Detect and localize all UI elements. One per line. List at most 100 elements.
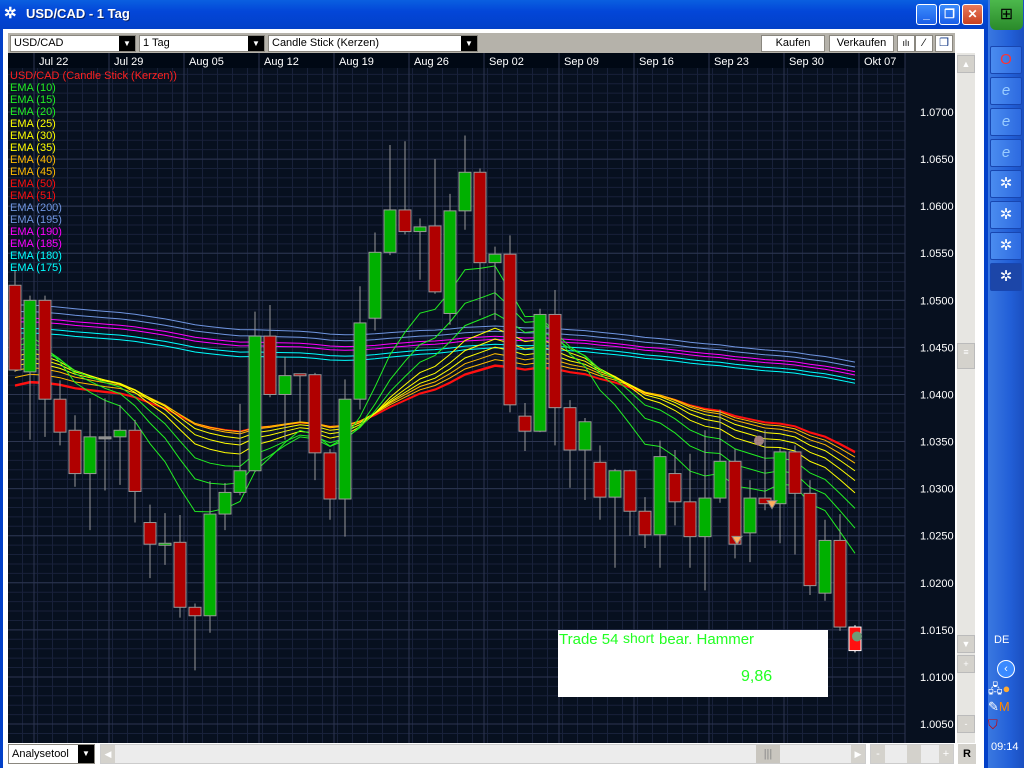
close-button[interactable]: ✕ <box>962 4 983 25</box>
taskbar-app-icon[interactable]: ✲ <box>990 232 1022 260</box>
price-tick-label: 1.0700 <box>920 107 954 119</box>
detach-window-icon[interactable]: ❐ <box>935 35 953 52</box>
candle-body <box>548 313 562 409</box>
date-tick-label: Aug 05 <box>189 56 224 68</box>
taskbar-app-icon[interactable]: ✲ <box>990 263 1022 291</box>
price-tick-label: 1.0650 <box>920 154 954 166</box>
price-tick-label: 1.0400 <box>920 389 954 401</box>
candle-body <box>428 225 442 293</box>
scroll-left-button[interactable]: ◀ <box>101 745 115 763</box>
taskbar-app-icon[interactable]: ✲ <box>990 201 1022 229</box>
candle-body <box>443 210 457 315</box>
date-tick-label: Aug 19 <box>339 56 374 68</box>
candle-body <box>653 456 667 536</box>
candle-body <box>488 253 502 264</box>
m-app-icon[interactable]: M <box>999 699 1010 714</box>
analysis-tool-dropdown[interactable]: Analysetool ▼ <box>8 744 95 764</box>
candle-body <box>728 460 742 545</box>
candle-body <box>248 335 262 472</box>
mcafee-icon[interactable]: ⛉ <box>988 717 998 732</box>
chevron-down-icon[interactable]: ▼ <box>78 745 94 763</box>
taskbar-ie-icon[interactable]: e <box>990 108 1022 136</box>
zoom-minus-button[interactable]: - <box>871 745 885 763</box>
taskbar-opera-icon[interactable]: O <box>990 46 1022 74</box>
candle-body <box>593 461 607 498</box>
sell-button[interactable]: Verkaufen <box>829 35 894 52</box>
candle-body <box>23 299 37 373</box>
window-titlebar: ✲ USD/CAD - 1 Tag _ ❐ ✕ <box>0 0 988 29</box>
candle-body <box>698 497 712 538</box>
price-tick-label: 1.0150 <box>920 625 954 637</box>
candle-body <box>308 374 322 454</box>
clock: 09:14 <box>991 741 1019 753</box>
candle-body <box>368 251 382 319</box>
chart-type-dropdown[interactable]: Candle Stick (Kerzen) ▼ <box>268 35 478 52</box>
signal-circle-marker <box>754 435 764 446</box>
price-tick-label: 1.0250 <box>920 531 954 543</box>
bar-chart-icon[interactable]: ılı <box>897 35 915 52</box>
app-icon: ✲ <box>4 5 17 22</box>
trade-value: 9,86 <box>741 668 773 685</box>
horizontal-scroll-thumb[interactable]: ||| <box>756 745 780 763</box>
minimize-button[interactable]: _ <box>916 4 937 25</box>
price-tick-label: 1.0350 <box>920 437 954 449</box>
scroll-thumb[interactable]: ≡ <box>957 343 975 369</box>
tray-icons: 🖧● ✎M ⛉ <box>988 680 1010 734</box>
date-tick-label: Aug 12 <box>264 56 299 68</box>
zoom-plus-button[interactable]: + <box>939 745 953 763</box>
chevron-down-icon[interactable]: ▼ <box>248 36 264 51</box>
zoom-in-button[interactable]: + <box>957 655 975 673</box>
candle-body <box>473 171 487 264</box>
window-title: USD/CAD - 1 Tag <box>26 6 130 21</box>
date-tick-label: Sep 16 <box>639 56 674 68</box>
date-tick-label: Jul 22 <box>39 56 68 68</box>
language-indicator[interactable]: DE <box>994 634 1009 646</box>
period-dropdown[interactable]: 1 Tag ▼ <box>139 35 265 52</box>
messenger-icon[interactable]: ● <box>1003 681 1011 696</box>
tray-expand-icon[interactable]: ‹ <box>997 660 1015 678</box>
candle-body <box>743 497 757 534</box>
candle-body <box>833 539 847 628</box>
taskbar-app-icon[interactable]: ✲ <box>990 170 1022 198</box>
candle-body <box>83 436 97 475</box>
horizontal-scrollbar[interactable]: ◀ ||| ▶ <box>100 744 866 764</box>
reset-button[interactable]: R <box>958 744 976 764</box>
chart-toolbar: USD/CAD ▼ 1 Tag ▼ Candle Stick (Kerzen) ▼ K… <box>8 33 955 53</box>
candle-body <box>233 470 247 493</box>
candle-body <box>788 451 802 494</box>
buy-button[interactable]: Kaufen <box>761 35 825 52</box>
start-button[interactable]: ⊞ <box>990 0 1023 30</box>
candle-body <box>518 415 532 432</box>
scroll-up-button[interactable]: ▲ <box>957 55 975 73</box>
symbol-dropdown[interactable]: USD/CAD ▼ <box>10 35 136 52</box>
candle-body <box>188 606 202 617</box>
draw-line-icon[interactable]: ⁄ <box>915 35 933 52</box>
taskbar-ie-icon[interactable]: e <box>990 77 1022 105</box>
zoom-slider-thumb[interactable] <box>907 745 921 763</box>
taskbar-ie-icon[interactable]: e <box>990 139 1022 167</box>
chevron-down-icon[interactable]: ▼ <box>119 36 135 51</box>
candle-body <box>143 522 157 545</box>
candle-body <box>638 510 652 536</box>
candle-body <box>773 451 787 505</box>
analysis-tool-value: Analysetool <box>12 748 69 760</box>
price-tick-label: 1.0300 <box>920 484 954 496</box>
vertical-scrollbar[interactable]: ▲ ≡ ▼ + - <box>957 53 975 743</box>
scroll-down-button[interactable]: ▼ <box>957 635 975 653</box>
scroll-right-button[interactable]: ▶ <box>851 745 865 763</box>
zoom-out-button[interactable]: - <box>957 715 975 733</box>
price-tick-label: 1.0550 <box>920 248 954 260</box>
date-tick-label: Aug 26 <box>414 56 449 68</box>
candle-body <box>173 541 187 608</box>
candle-body <box>533 313 547 432</box>
chevron-down-icon[interactable]: ▼ <box>461 36 477 51</box>
trade-info-box: Trade 54 short bear. Hammer 9,86 <box>558 630 828 697</box>
zoom-slider[interactable]: - + <box>870 744 954 764</box>
pen-icon[interactable]: ✎ <box>988 699 999 714</box>
taskbar: ⊞ Oe e e ✲ ✲ ✲ ✲ DE ‹ 🖧● ✎M ⛉ 09:14 <box>988 0 1024 768</box>
price-tick-label: 1.0100 <box>920 672 954 684</box>
restore-button[interactable]: ❐ <box>939 4 960 25</box>
trade-pattern: bear. Hammer <box>659 631 755 648</box>
candle-body <box>158 542 172 546</box>
network-icon[interactable]: 🖧 <box>988 681 1003 696</box>
